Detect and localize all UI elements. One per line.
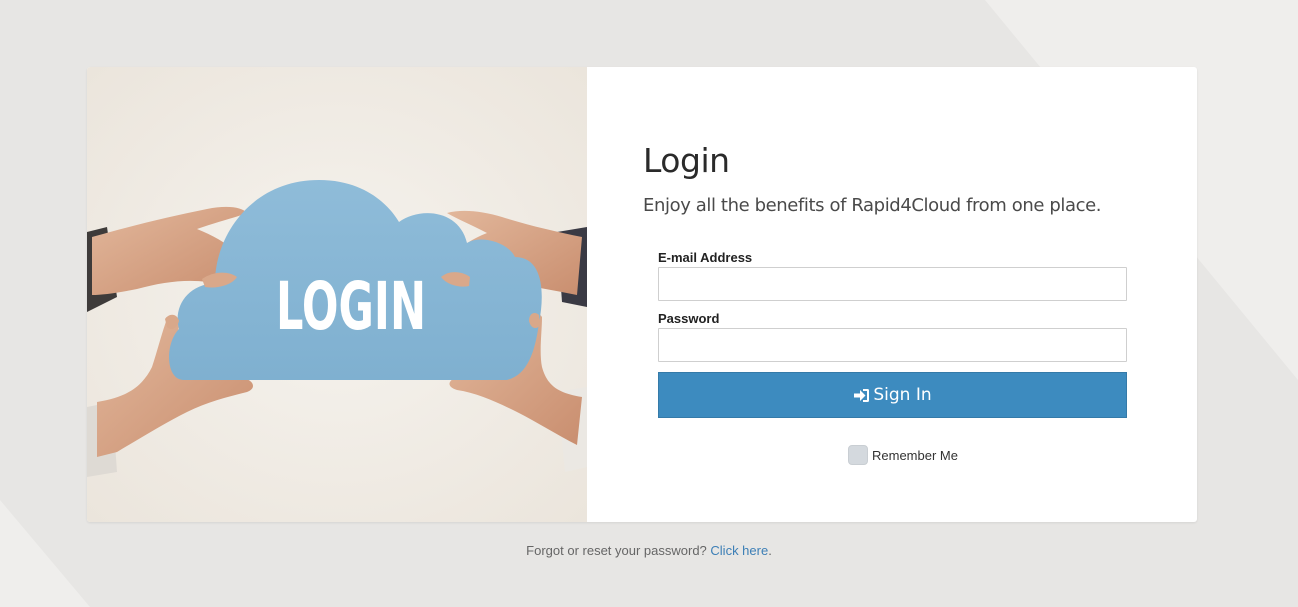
password-label: Password (658, 311, 720, 326)
remember-me-label: Remember Me (872, 447, 958, 463)
sign-in-icon (853, 388, 870, 403)
hero-image: LOGIN (87, 67, 587, 522)
login-form: Login Enjoy all the benefits of Rapid4Cl… (587, 67, 1197, 522)
remember-me-checkbox[interactable] (848, 445, 868, 465)
page-subtitle: Enjoy all the benefits of Rapid4Cloud fr… (643, 195, 1102, 216)
email-field[interactable] (658, 267, 1127, 301)
hero-login-text: LOGIN (276, 268, 426, 345)
remember-me: Remember Me (848, 445, 958, 465)
login-card: LOGIN Login Enjoy all the benefits of Ra… (87, 67, 1197, 522)
footer-period: . (768, 543, 772, 558)
sign-in-label: Sign In (873, 385, 932, 405)
email-label: E-mail Address (658, 250, 753, 265)
sign-in-button[interactable]: Sign In (658, 372, 1127, 418)
forgot-password-link[interactable]: Click here (710, 543, 768, 558)
forgot-password-footer: Forgot or reset your password? Click her… (0, 543, 1298, 558)
forgot-password-text: Forgot or reset your password? (526, 543, 711, 558)
password-field[interactable] (658, 328, 1127, 362)
page-title: Login (643, 141, 730, 180)
